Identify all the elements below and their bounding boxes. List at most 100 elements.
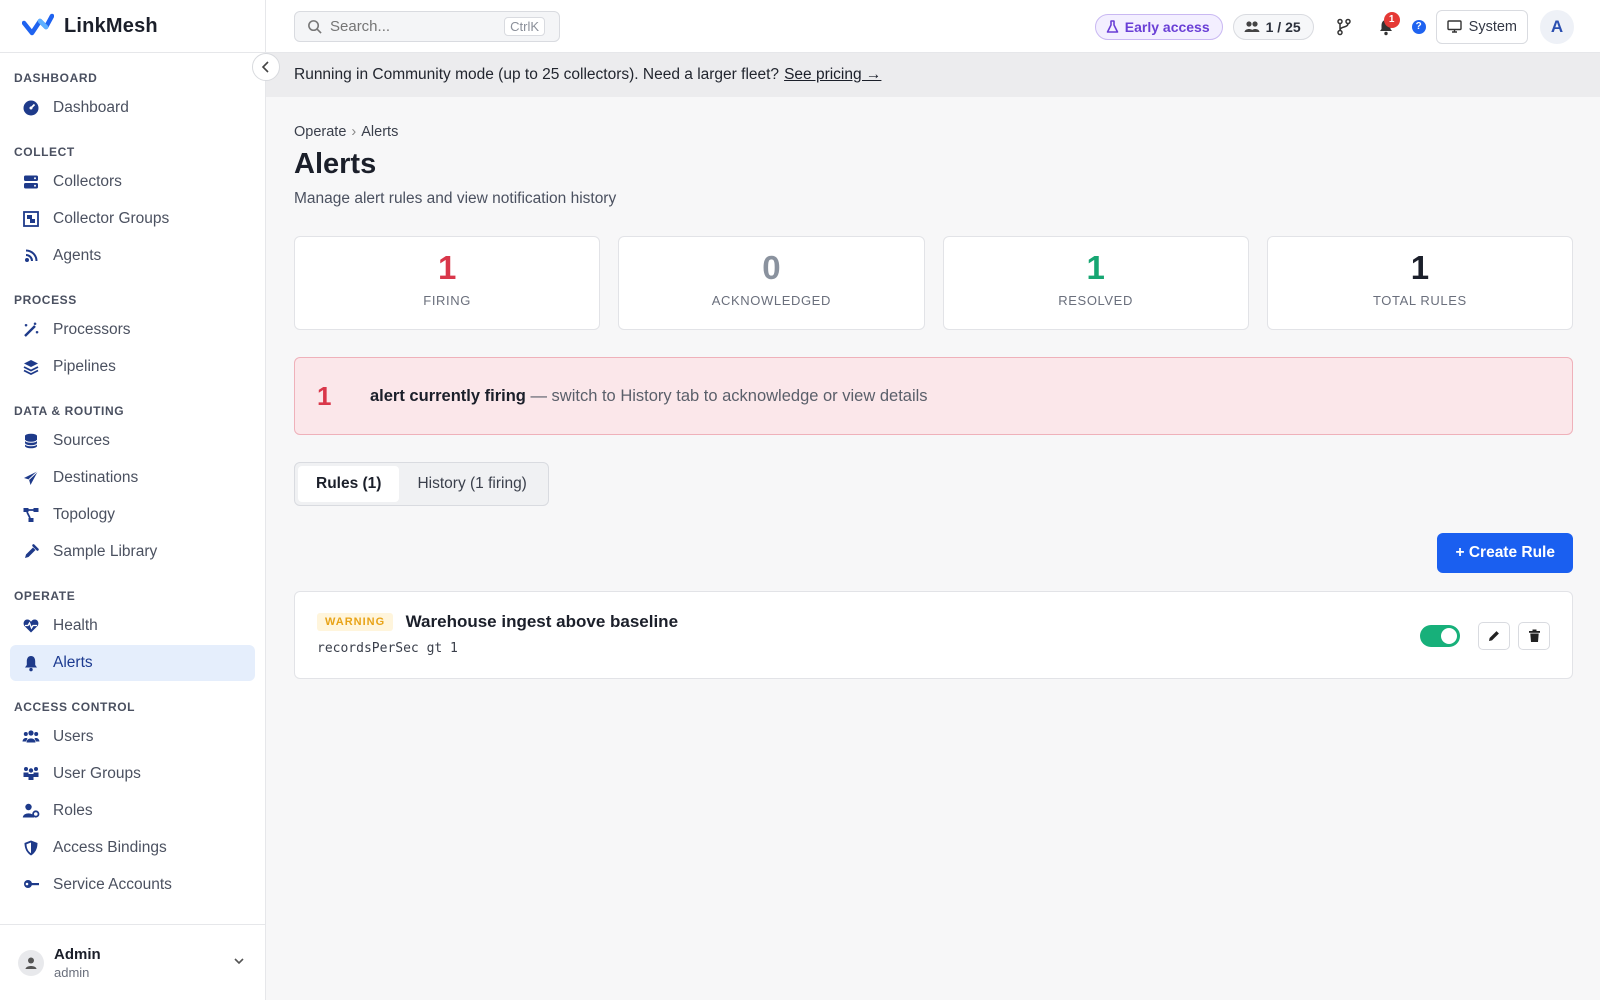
- sidebar-item-collector-groups[interactable]: Collector Groups: [10, 201, 255, 237]
- nav-section-data-routing: DATA & ROUTING Sources Destinations Topolog…: [0, 386, 265, 570]
- wand-icon: [22, 321, 40, 339]
- layers-icon: [22, 358, 40, 376]
- sidebar-item-label: Processors: [53, 321, 131, 338]
- chevron-down-icon: [234, 958, 244, 965]
- sidebar-item-label: Agents: [53, 247, 102, 264]
- sidebar-item-label: Collectors: [53, 173, 122, 190]
- sidebar-item-label: Health: [53, 617, 98, 634]
- tab-history[interactable]: History (1 firing): [399, 466, 544, 502]
- nav-section-title: COLLECT: [14, 145, 75, 159]
- brand[interactable]: LinkMesh: [0, 0, 265, 53]
- sidebar-item-label: Pipelines: [53, 358, 116, 375]
- nav-section-operate: OPERATE Health Alerts: [0, 571, 265, 681]
- heart-pulse-icon: [22, 617, 40, 635]
- breadcrumb: Operate › Alerts: [294, 124, 1573, 140]
- search-input[interactable]: [330, 18, 490, 35]
- sidebar-item-destinations[interactable]: Destinations: [10, 460, 255, 496]
- user-menu[interactable]: Admin admin: [0, 924, 265, 1000]
- stats-row: 1 FIRING 0 ACKNOWLEDGED 1 RESOLVED 1 TOT…: [294, 236, 1573, 330]
- severity-badge: WARNING: [317, 613, 394, 631]
- see-pricing-link[interactable]: See pricing →: [784, 66, 881, 84]
- edit-rule-button[interactable]: [1478, 622, 1510, 650]
- collector-usage-count: 1 / 25: [1265, 18, 1301, 35]
- sidebar-item-service-accounts[interactable]: Service Accounts: [10, 867, 255, 903]
- collector-usage-badge[interactable]: 1 / 25: [1232, 13, 1314, 40]
- sidebar-item-label: Sources: [53, 432, 110, 449]
- monitor-icon: [1446, 20, 1462, 33]
- page-subtitle: Manage alert rules and view notification…: [294, 190, 617, 207]
- sidebar-item-topology[interactable]: Topology: [10, 497, 255, 533]
- stat-card-acknowledged: 0 ACKNOWLEDGED: [618, 236, 925, 330]
- sidebar-item-user-groups[interactable]: User Groups: [10, 756, 255, 792]
- sidebar-item-label: Dashboard: [53, 99, 129, 116]
- firing-alert-banner: 1 alert currently firing — switch to His…: [294, 357, 1573, 435]
- account-avatar[interactable]: A: [1540, 9, 1574, 44]
- users-icon: [22, 728, 40, 746]
- notification-count-badge: 1: [1383, 11, 1400, 28]
- sidebar-item-users[interactable]: Users: [10, 719, 255, 755]
- user-name: Admin: [54, 945, 101, 963]
- breadcrumb-alerts: Alerts: [361, 124, 399, 140]
- rule-enabled-toggle[interactable]: [1420, 625, 1460, 647]
- nav-section-process: PROCESS Processors Pipelines: [0, 275, 265, 385]
- search-box[interactable]: CtrlK: [294, 11, 560, 42]
- eyedropper-icon: [22, 543, 40, 561]
- sidebar-item-sample-library[interactable]: Sample Library: [10, 534, 255, 570]
- delete-rule-button[interactable]: [1518, 622, 1550, 650]
- sidebar-item-collectors[interactable]: Collectors: [10, 164, 255, 200]
- sidebar-item-access-bindings[interactable]: Access Bindings: [10, 830, 255, 866]
- paper-plane-icon: [22, 469, 40, 487]
- flask-icon: [1106, 19, 1119, 33]
- sidebar-item-pipelines[interactable]: Pipelines: [10, 349, 255, 385]
- rule-expression: recordsPerSec gt 1: [317, 641, 458, 656]
- user-icon: [25, 957, 37, 969]
- search-shortcut: CtrlK: [504, 17, 545, 36]
- object-group-icon: [22, 210, 40, 228]
- nav-section-title: DATA & ROUTING: [14, 404, 125, 418]
- user-avatar: [18, 949, 44, 976]
- stat-value: 1: [1410, 249, 1430, 286]
- main-content: Operate › Alerts Alerts Manage alert rul…: [294, 97, 1573, 679]
- theme-system-button[interactable]: System: [1435, 9, 1528, 44]
- breadcrumb-operate[interactable]: Operate: [294, 124, 346, 140]
- notifications-button[interactable]: 1: [1370, 11, 1402, 43]
- sidebar-item-roles[interactable]: Roles: [10, 793, 255, 829]
- sidebar-item-alerts[interactable]: Alerts: [10, 645, 255, 681]
- nav-section-title: DASHBOARD: [14, 71, 98, 85]
- sidebar-item-processors[interactable]: Processors: [10, 312, 255, 348]
- tab-rules[interactable]: Rules (1): [298, 466, 400, 502]
- create-rule-button[interactable]: + Create Rule: [1437, 533, 1573, 573]
- topbar: CtrlK Early access 1 / 25 1 ? System A: [266, 0, 1600, 53]
- firing-message-bold: alert currently firing: [370, 386, 526, 405]
- firing-message-rest: — switch to History tab to acknowledge o…: [525, 386, 928, 405]
- sidebar-item-dashboard[interactable]: Dashboard: [10, 90, 255, 126]
- nav-section-title: PROCESS: [14, 293, 77, 307]
- stat-value: 1: [1086, 249, 1105, 286]
- early-access-badge[interactable]: Early access: [1094, 13, 1223, 40]
- collapse-sidebar-button[interactable]: [252, 53, 280, 81]
- sidebar-item-sources[interactable]: Sources: [10, 423, 255, 459]
- users-icon: [1244, 20, 1260, 32]
- sidebar-item-label: Service Accounts: [53, 876, 172, 893]
- early-access-label: Early access: [1124, 18, 1210, 35]
- sidebar-item-agents[interactable]: Agents: [10, 238, 255, 274]
- alerts-tabs: Rules (1) History (1 firing): [294, 462, 549, 506]
- pencil-icon: [1489, 631, 1499, 641]
- sidebar: LinkMesh DASHBOARD Dashboard COLLECT Collec…: [0, 0, 280, 1000]
- sidebar-item-label: Users: [53, 728, 94, 745]
- firing-count: 1: [317, 380, 332, 411]
- nav-section-access-control: ACCESS CONTROL Users User Groups Roles Acces…: [0, 682, 265, 903]
- nav-section-dashboard: DASHBOARD Dashboard: [0, 53, 265, 126]
- rule-card: WARNING Warehouse ingest above baseline …: [294, 591, 1573, 679]
- stat-value: 1: [437, 249, 457, 286]
- help-icon[interactable]: ?: [1411, 19, 1426, 34]
- rule-name: Warehouse ingest above baseline: [405, 612, 679, 631]
- page-title: Alerts: [294, 148, 377, 180]
- git-branch-button[interactable]: [1328, 11, 1360, 43]
- people-group-icon: [22, 765, 40, 783]
- chevron-left-icon: [261, 61, 269, 73]
- sidebar-item-label: Sample Library: [53, 543, 158, 560]
- dashboard-icon: [22, 99, 40, 117]
- topology-icon: [22, 506, 40, 524]
- sidebar-item-health[interactable]: Health: [10, 608, 255, 644]
